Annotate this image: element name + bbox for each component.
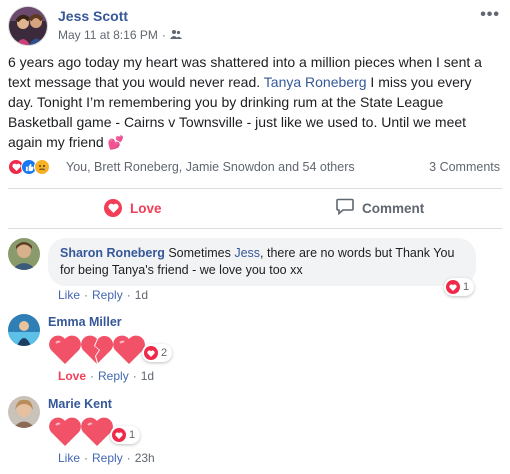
comment-actions: Like · Reply · 1d [58, 288, 148, 302]
reaction-names[interactable]: You, Brett Roneberg, Jamie Snowdon and 5… [66, 160, 355, 174]
link-separator: · [90, 369, 95, 383]
post-timestamp[interactable]: May 11 at 8:16 PM [58, 28, 158, 42]
comment-item: Marie Kent 1 Like · Reply · 23h [8, 396, 502, 468]
link-separator: · [126, 451, 131, 465]
love-button-label: Love [130, 200, 162, 216]
comment-icon [336, 198, 354, 218]
comment-time[interactable]: 23h [135, 451, 155, 465]
comment-reaction-count[interactable]: 1 [444, 278, 475, 296]
more-options-button[interactable]: ••• [480, 6, 500, 24]
two-hearts-emoji-icon: 💕 [107, 135, 124, 150]
love-comment-link[interactable]: Love [58, 369, 86, 383]
comment-reaction-count[interactable]: 2 [142, 344, 173, 362]
comment-actions: Love · Reply · 1d [58, 369, 154, 383]
commenter-avatar[interactable] [8, 314, 40, 346]
comment-text-part-1: Sometimes [164, 246, 235, 260]
commenter-name[interactable]: Marie Kent [48, 397, 112, 411]
reply-comment-link[interactable]: Reply [92, 451, 123, 465]
comments-count-link[interactable]: 3 Comments [429, 160, 500, 174]
heart-icon [49, 417, 81, 446]
comment-button-label: Comment [362, 200, 425, 216]
comment-item: Sharon Roneberg Sometimes Jess, there ar… [8, 238, 502, 304]
post-body: 6 years ago today my heart was shattered… [8, 52, 500, 153]
commenter-avatar[interactable] [8, 396, 40, 428]
heart-sticker[interactable] [48, 416, 113, 448]
comment-bubble: Sharon Roneberg Sometimes Jess, there ar… [48, 238, 476, 286]
author-avatar[interactable] [8, 6, 48, 46]
love-button[interactable]: Love [104, 190, 162, 226]
link-separator: · [84, 451, 89, 465]
comment-mention-link[interactable]: Jess [234, 246, 260, 260]
divider [8, 228, 502, 229]
comment-time[interactable]: 1d [141, 369, 154, 383]
heart-icon [81, 417, 113, 446]
post-card: Jess Scott May 11 at 8:16 PM · ••• 6 yea… [0, 0, 510, 474]
love-reaction-icon [112, 428, 126, 442]
love-reaction-icon [446, 280, 460, 294]
post-meta: May 11 at 8:16 PM · [58, 28, 182, 42]
divider [8, 188, 502, 189]
reaction-count-value: 2 [161, 347, 168, 359]
commenter-name[interactable]: Sharon Roneberg [60, 246, 165, 260]
reaction-icons[interactable] [8, 159, 50, 175]
comment-reaction-count[interactable]: 1 [110, 426, 141, 444]
sad-reaction-icon [34, 159, 50, 175]
meta-separator: · [161, 28, 166, 42]
comment-time[interactable]: 1d [135, 288, 148, 302]
commenter-name[interactable]: Emma Miller [48, 315, 122, 329]
reaction-summary: You, Brett Roneberg, Jamie Snowdon and 5… [8, 158, 500, 178]
reply-comment-link[interactable]: Reply [98, 369, 129, 383]
friends-icon[interactable] [169, 28, 182, 42]
like-comment-link[interactable]: Like [58, 288, 80, 302]
link-separator: · [84, 288, 89, 302]
like-comment-link[interactable]: Like [58, 451, 80, 465]
author-name[interactable]: Jess Scott [58, 8, 128, 24]
action-bar: Love Comment [8, 190, 502, 226]
broken-heart-icon [81, 335, 114, 364]
heart-icon [49, 335, 81, 364]
comment-item: Emma Miller 2 Love · Reply · 1d [8, 314, 502, 384]
comment-actions: Like · Reply · 23h [58, 451, 155, 465]
reaction-count-value: 1 [463, 281, 470, 293]
reaction-count-value: 1 [129, 429, 136, 441]
reply-comment-link[interactable]: Reply [92, 288, 123, 302]
post-mention-link[interactable]: Tanya Roneberg [264, 74, 367, 90]
love-reaction-icon [144, 346, 158, 360]
commenter-avatar[interactable] [8, 238, 40, 270]
link-separator: · [126, 288, 131, 302]
link-separator: · [132, 369, 137, 383]
heart-icon [113, 335, 145, 364]
heart-sticker[interactable] [48, 334, 145, 366]
love-icon [104, 199, 122, 217]
comment-button[interactable]: Comment [336, 190, 424, 226]
post-header: Jess Scott May 11 at 8:16 PM · ••• [8, 6, 502, 46]
